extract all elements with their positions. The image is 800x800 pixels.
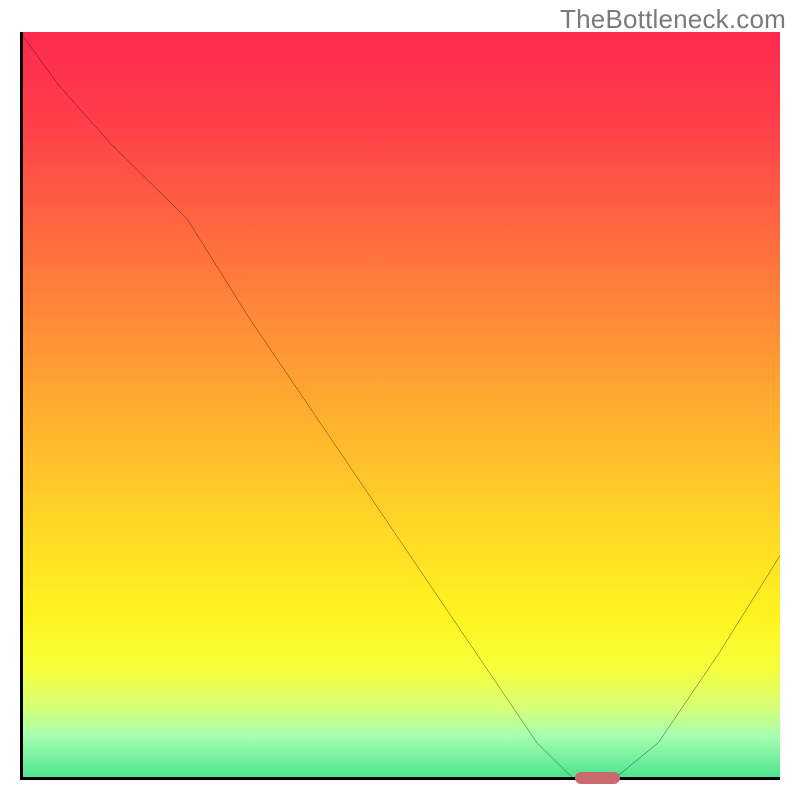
chart-container: TheBottleneck.com: [0, 0, 800, 800]
chart-axes: [20, 32, 780, 780]
watermark-text: TheBottleneck.com: [560, 4, 786, 35]
plot-area: [20, 32, 780, 780]
optimal-range-marker: [575, 772, 621, 784]
